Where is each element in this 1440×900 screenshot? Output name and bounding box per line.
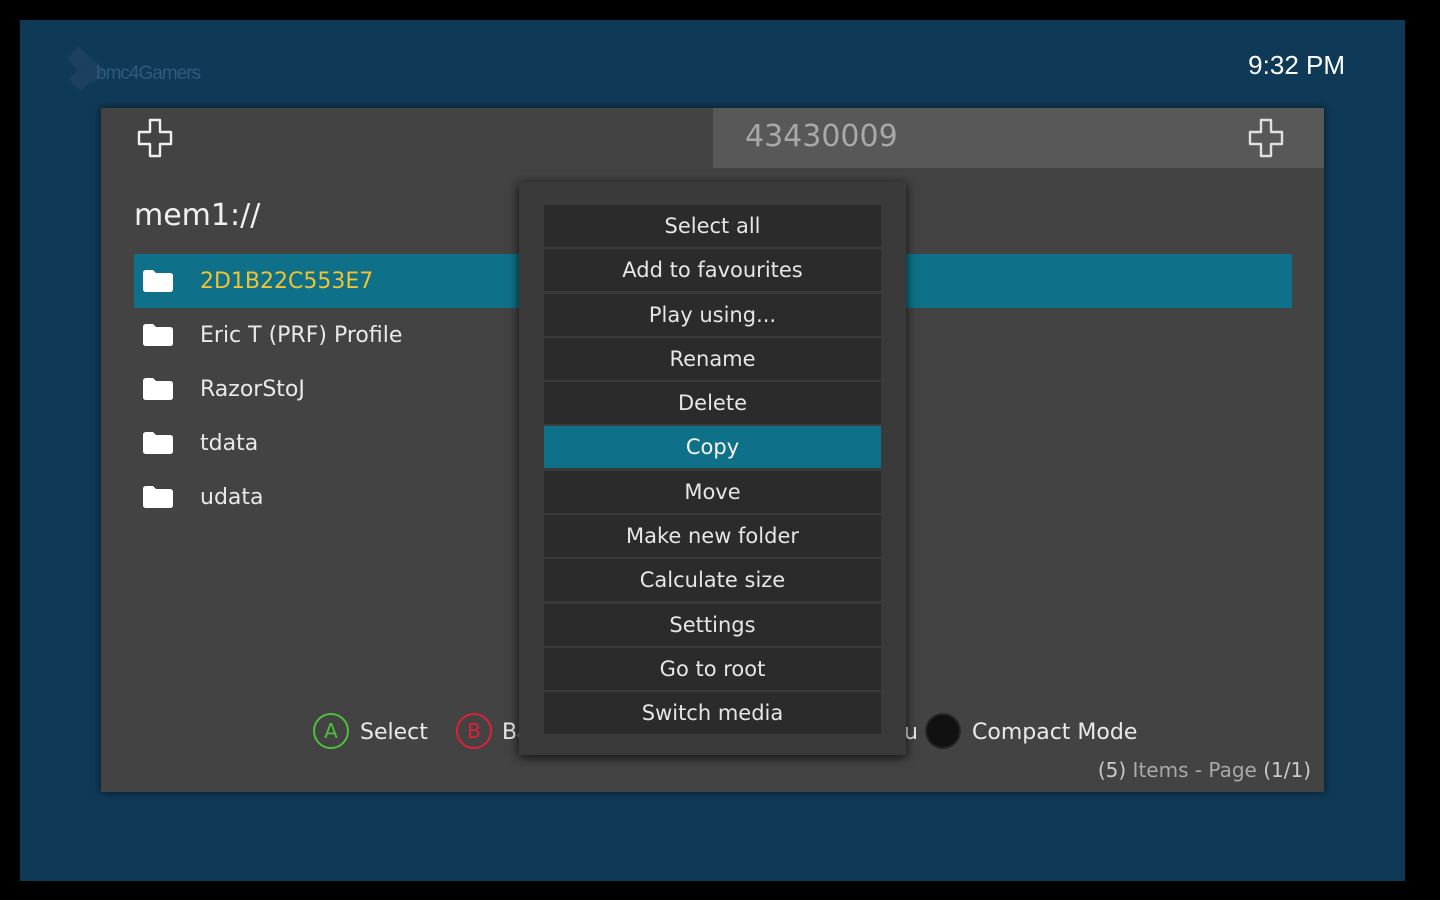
right-pane-title: 43430009 <box>745 119 898 154</box>
menu-hint: u <box>904 720 918 745</box>
select-hint: Select <box>360 720 428 745</box>
folder-icon <box>143 432 173 454</box>
menu-item-add-to-favourites[interactable]: Add to favourites <box>544 249 881 292</box>
current-path: mem1:// <box>134 198 261 233</box>
file-name: 2D1B22C553E7 <box>200 268 374 294</box>
menu-item-move[interactable]: Move <box>544 470 881 513</box>
folder-icon <box>143 324 173 346</box>
menu-item-select-all[interactable]: Select all <box>544 205 881 247</box>
file-name: RazorStoJ <box>200 376 305 402</box>
folder-icon <box>143 486 173 508</box>
items-count: (5) <box>1097 758 1127 782</box>
items-page-info: (5) Items - Page (1/1) <box>1098 758 1311 782</box>
compact-mode-hint: Compact Mode <box>972 720 1138 745</box>
folder-icon <box>143 378 173 400</box>
menu-item-copy[interactable]: Copy <box>544 426 881 469</box>
menu-item-calculate-size[interactable]: Calculate size <box>544 559 881 602</box>
black-button-icon[interactable] <box>925 713 961 749</box>
a-button-icon[interactable]: A <box>313 713 349 749</box>
menu-item-switch-media[interactable]: Switch media <box>544 692 881 735</box>
menu-item-go-to-root[interactable]: Go to root <box>544 647 881 690</box>
b-button-icon[interactable]: B <box>456 713 492 749</box>
dpad-icon <box>1248 118 1284 158</box>
logo-text: bmc4Gamers <box>96 63 201 84</box>
dpad-icon <box>137 118 173 158</box>
page-indicator: (1/1) <box>1263 758 1311 782</box>
context-menu: Select all Add to favourites Play using.… <box>519 182 906 755</box>
file-name: tdata <box>200 430 259 456</box>
logo: bmc4Gamers <box>66 46 208 96</box>
items-page-label: Items - Page <box>1132 758 1257 782</box>
menu-item-rename[interactable]: Rename <box>544 337 881 380</box>
folder-icon <box>143 270 173 292</box>
menu-item-delete[interactable]: Delete <box>544 382 881 425</box>
file-name: Eric T (PRF) Profile <box>200 322 403 348</box>
menu-item-make-new-folder[interactable]: Make new folder <box>544 515 881 558</box>
menu-item-settings[interactable]: Settings <box>544 603 881 646</box>
menu-item-play-using[interactable]: Play using... <box>544 293 881 336</box>
file-name: udata <box>200 484 264 510</box>
right-pane-header: 43430009 <box>713 108 1324 168</box>
context-menu-list: Select all Add to favourites Play using.… <box>544 205 881 737</box>
clock: 9:32 PM <box>1248 50 1345 80</box>
